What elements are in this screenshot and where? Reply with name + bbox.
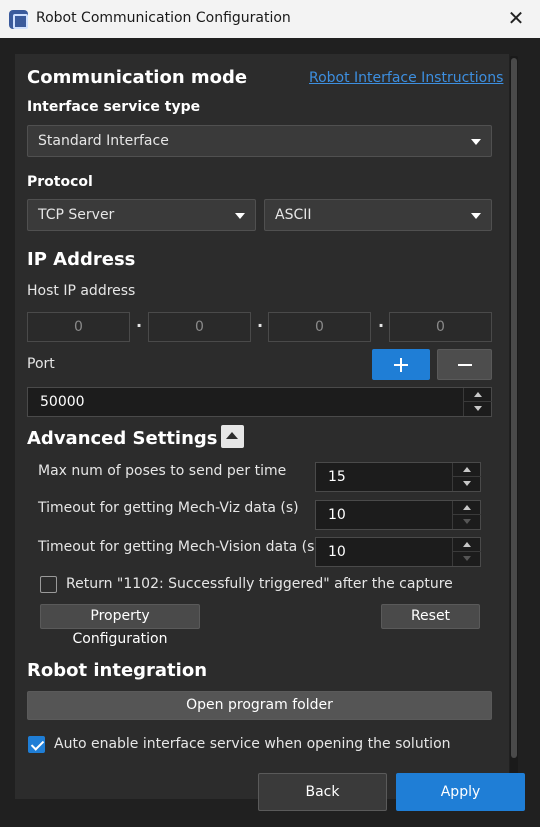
advanced-settings-heading: Advanced Settings bbox=[27, 428, 218, 449]
caret-down-icon bbox=[235, 213, 245, 219]
settings-panel bbox=[15, 54, 509, 799]
robot-app-icon bbox=[9, 10, 28, 29]
interface-service-type-label: Interface service type bbox=[27, 99, 201, 115]
protocol-label: Protocol bbox=[27, 174, 93, 190]
protocol-select[interactable]: TCP Server bbox=[27, 199, 256, 231]
caret-down-icon bbox=[471, 213, 481, 219]
ip-separator: · bbox=[378, 316, 385, 335]
reset-button[interactable]: Reset bbox=[381, 604, 480, 629]
spin-down-icon[interactable] bbox=[453, 515, 481, 529]
data-format-value: ASCII bbox=[275, 207, 312, 223]
vertical-scrollbar[interactable] bbox=[510, 56, 518, 796]
title-bar: Robot Communication Configuration ✕ bbox=[0, 0, 540, 38]
spin-up-icon[interactable] bbox=[453, 501, 481, 515]
timeout-vision-label: Timeout for getting Mech-Vision data (s) bbox=[38, 539, 320, 555]
ip-octet-4-input[interactable]: 0 bbox=[389, 312, 492, 342]
ip-separator: · bbox=[136, 316, 143, 335]
timeout-vision-spinbox[interactable]: 10 bbox=[315, 537, 481, 567]
port-label: Port bbox=[27, 356, 55, 372]
timeout-viz-value: 10 bbox=[328, 507, 346, 523]
spin-down-icon[interactable] bbox=[453, 552, 481, 566]
port-spin-buttons bbox=[463, 388, 492, 416]
protocol-value: TCP Server bbox=[38, 207, 115, 223]
window-title: Robot Communication Configuration bbox=[36, 10, 291, 26]
ip-separator: · bbox=[257, 316, 264, 335]
max-poses-spin-buttons bbox=[452, 463, 481, 491]
spin-up-icon[interactable] bbox=[464, 388, 492, 402]
spin-up-icon[interactable] bbox=[453, 538, 481, 552]
collapse-advanced-button[interactable] bbox=[221, 425, 244, 448]
spin-down-icon[interactable] bbox=[453, 477, 481, 491]
ip-octet-1-input[interactable]: 0 bbox=[27, 312, 130, 342]
close-icon[interactable]: ✕ bbox=[504, 6, 528, 30]
interface-service-type-select[interactable]: Standard Interface bbox=[27, 125, 492, 157]
add-port-button[interactable] bbox=[372, 349, 430, 380]
robot-interface-instructions-link[interactable]: Robot Interface Instructions bbox=[309, 70, 503, 86]
back-button[interactable]: Back bbox=[258, 773, 387, 811]
scrollbar-thumb[interactable] bbox=[511, 58, 517, 758]
property-configuration-button[interactable]: Property Configuration bbox=[40, 604, 200, 647]
timeout-vision-spin-buttons bbox=[452, 538, 481, 566]
port-spinbox[interactable]: 50000 bbox=[27, 387, 492, 417]
open-program-folder-button[interactable]: Open program folder bbox=[27, 691, 492, 720]
ip-address-heading: IP Address bbox=[27, 249, 136, 270]
interface-service-type-value: Standard Interface bbox=[38, 133, 169, 149]
ip-octet-3-input[interactable]: 0 bbox=[268, 312, 371, 342]
auto-enable-checkbox[interactable] bbox=[28, 736, 45, 753]
apply-button[interactable]: Apply bbox=[396, 773, 525, 811]
host-ip-label: Host IP address bbox=[27, 283, 136, 299]
spin-down-icon[interactable] bbox=[464, 402, 492, 416]
max-poses-spinbox[interactable]: 15 bbox=[315, 462, 481, 492]
timeout-viz-label: Timeout for getting Mech-Viz data (s) bbox=[38, 500, 299, 516]
remove-port-button[interactable] bbox=[437, 349, 492, 380]
timeout-vision-value: 10 bbox=[328, 544, 346, 560]
robot-integration-heading: Robot integration bbox=[27, 660, 208, 681]
ip-octet-2-input[interactable]: 0 bbox=[148, 312, 251, 342]
max-poses-value: 15 bbox=[328, 469, 346, 485]
return-trigger-checkbox[interactable] bbox=[40, 576, 57, 593]
data-format-select[interactable]: ASCII bbox=[264, 199, 492, 231]
spin-up-icon[interactable] bbox=[453, 463, 481, 477]
max-poses-label: Max num of poses to send per time bbox=[38, 463, 287, 479]
return-trigger-label: Return "1102: Successfully triggered" af… bbox=[66, 576, 453, 592]
auto-enable-label: Auto enable interface service when openi… bbox=[54, 736, 451, 752]
communication-mode-heading: Communication mode bbox=[27, 67, 248, 88]
port-value: 50000 bbox=[40, 394, 85, 410]
caret-down-icon bbox=[471, 139, 481, 145]
timeout-viz-spinbox[interactable]: 10 bbox=[315, 500, 481, 530]
timeout-viz-spin-buttons bbox=[452, 501, 481, 529]
